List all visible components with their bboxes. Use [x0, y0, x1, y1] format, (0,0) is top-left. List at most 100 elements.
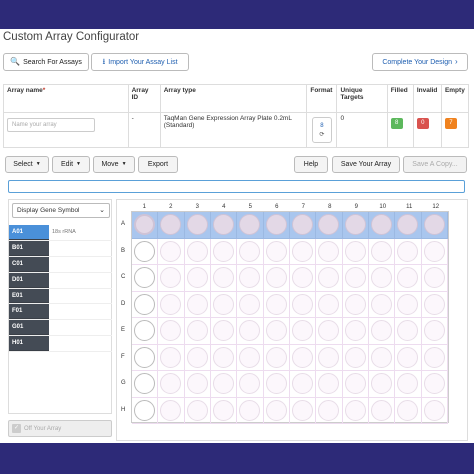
- display-mode-select[interactable]: Display Gene Symbol ⌄: [12, 203, 110, 218]
- list-item[interactable]: D01: [9, 272, 112, 289]
- well-cell[interactable]: [263, 397, 290, 424]
- well-cell[interactable]: [132, 371, 159, 398]
- list-item[interactable]: A01 18s rRNA: [9, 225, 112, 241]
- well-cell[interactable]: [158, 318, 185, 345]
- well-cell[interactable]: [184, 291, 211, 318]
- save-array-button[interactable]: Save Your Array: [332, 156, 400, 173]
- well-cell[interactable]: [368, 291, 396, 318]
- well-cell[interactable]: [421, 397, 448, 424]
- column-header[interactable]: 7: [290, 204, 317, 210]
- well-cell[interactable]: [184, 212, 211, 239]
- well-cell[interactable]: [421, 318, 448, 345]
- column-header[interactable]: 5: [237, 204, 264, 210]
- array-name-input[interactable]: Name your array: [7, 118, 95, 132]
- well-cell[interactable]: [158, 397, 185, 424]
- well-cell[interactable]: [421, 371, 448, 398]
- complete-design-button[interactable]: Complete Your Design ›: [372, 53, 468, 71]
- well-cell[interactable]: [368, 344, 396, 371]
- well-cell[interactable]: [132, 265, 159, 292]
- well-cell[interactable]: [210, 212, 238, 239]
- well-cell[interactable]: [210, 397, 238, 424]
- well-cell[interactable]: [289, 212, 317, 239]
- well-cell[interactable]: [316, 291, 343, 318]
- well-cell[interactable]: [395, 238, 422, 265]
- well-cell[interactable]: [132, 397, 159, 424]
- well-cell[interactable]: [395, 212, 422, 239]
- column-header[interactable]: 6: [264, 204, 291, 210]
- well-cell[interactable]: [237, 265, 264, 292]
- column-header[interactable]: 11: [396, 204, 423, 210]
- well-cell[interactable]: [184, 238, 211, 265]
- well-cell[interactable]: [316, 344, 343, 371]
- well-cell[interactable]: [237, 371, 264, 398]
- well-cell[interactable]: [316, 397, 343, 424]
- well-cell[interactable]: [263, 371, 290, 398]
- column-header[interactable]: 9: [343, 204, 370, 210]
- well-cell[interactable]: [289, 238, 317, 265]
- well-cell[interactable]: [342, 265, 369, 292]
- well-cell[interactable]: [342, 238, 369, 265]
- move-menu-button[interactable]: Move ▼: [93, 156, 135, 173]
- column-header[interactable]: 8: [317, 204, 344, 210]
- well-cell[interactable]: [158, 291, 185, 318]
- row-header[interactable]: B: [121, 248, 125, 254]
- well-cell[interactable]: [395, 291, 422, 318]
- export-button[interactable]: Export: [138, 156, 178, 173]
- well-cell[interactable]: [210, 371, 238, 398]
- well-cell[interactable]: [237, 318, 264, 345]
- well-cell[interactable]: [289, 291, 317, 318]
- well-cell[interactable]: [316, 265, 343, 292]
- list-item[interactable]: G01: [9, 320, 112, 337]
- well-cell[interactable]: [263, 344, 290, 371]
- well-cell[interactable]: [184, 397, 211, 424]
- well-cell[interactable]: [342, 344, 369, 371]
- well-cell[interactable]: [210, 344, 238, 371]
- well-cell[interactable]: [395, 371, 422, 398]
- list-item[interactable]: H01: [9, 336, 112, 353]
- well-cell[interactable]: [132, 318, 159, 345]
- well-cell[interactable]: [158, 371, 185, 398]
- well-cell[interactable]: [210, 291, 238, 318]
- list-item[interactable]: B01: [9, 240, 112, 257]
- well-cell[interactable]: [342, 371, 369, 398]
- well-cell[interactable]: [210, 265, 238, 292]
- well-cell[interactable]: [263, 212, 290, 239]
- well-cell[interactable]: [289, 344, 317, 371]
- well-cell[interactable]: [237, 397, 264, 424]
- well-cell[interactable]: [342, 397, 369, 424]
- well-cell[interactable]: [421, 238, 448, 265]
- well-cell[interactable]: [342, 291, 369, 318]
- well-cell[interactable]: [421, 344, 448, 371]
- well-cell[interactable]: [421, 212, 448, 239]
- well-cell[interactable]: [263, 291, 290, 318]
- row-header[interactable]: G: [121, 380, 126, 386]
- well-cell[interactable]: [316, 238, 343, 265]
- well-cell[interactable]: [316, 318, 343, 345]
- well-cell[interactable]: [316, 212, 343, 239]
- well-cell[interactable]: [289, 371, 317, 398]
- well-cell[interactable]: [237, 238, 264, 265]
- well-cell[interactable]: [184, 265, 211, 292]
- column-header[interactable]: 1: [131, 204, 158, 210]
- column-header[interactable]: 2: [158, 204, 185, 210]
- search-input[interactable]: [8, 180, 465, 193]
- search-assays-button[interactable]: 🔍 Search For Assays: [3, 53, 89, 71]
- well-cell[interactable]: [289, 265, 317, 292]
- off-array-button[interactable]: ✓ Off Your Array: [8, 420, 112, 437]
- well-cell[interactable]: [342, 212, 369, 239]
- well-cell[interactable]: [289, 397, 317, 424]
- well-cell[interactable]: [395, 318, 422, 345]
- well-cell[interactable]: [158, 265, 185, 292]
- well-cell[interactable]: [368, 318, 396, 345]
- well-cell[interactable]: [158, 344, 185, 371]
- well-cell[interactable]: [342, 318, 369, 345]
- column-header[interactable]: 12: [423, 204, 450, 210]
- save-copy-button[interactable]: Save A Copy...: [403, 156, 467, 173]
- well-cell[interactable]: [368, 371, 396, 398]
- well-cell[interactable]: [368, 238, 396, 265]
- well-cell[interactable]: [368, 265, 396, 292]
- column-header[interactable]: 4: [211, 204, 238, 210]
- help-button[interactable]: Help: [294, 156, 328, 173]
- well-cell[interactable]: [263, 318, 290, 345]
- well-cell[interactable]: [132, 291, 159, 318]
